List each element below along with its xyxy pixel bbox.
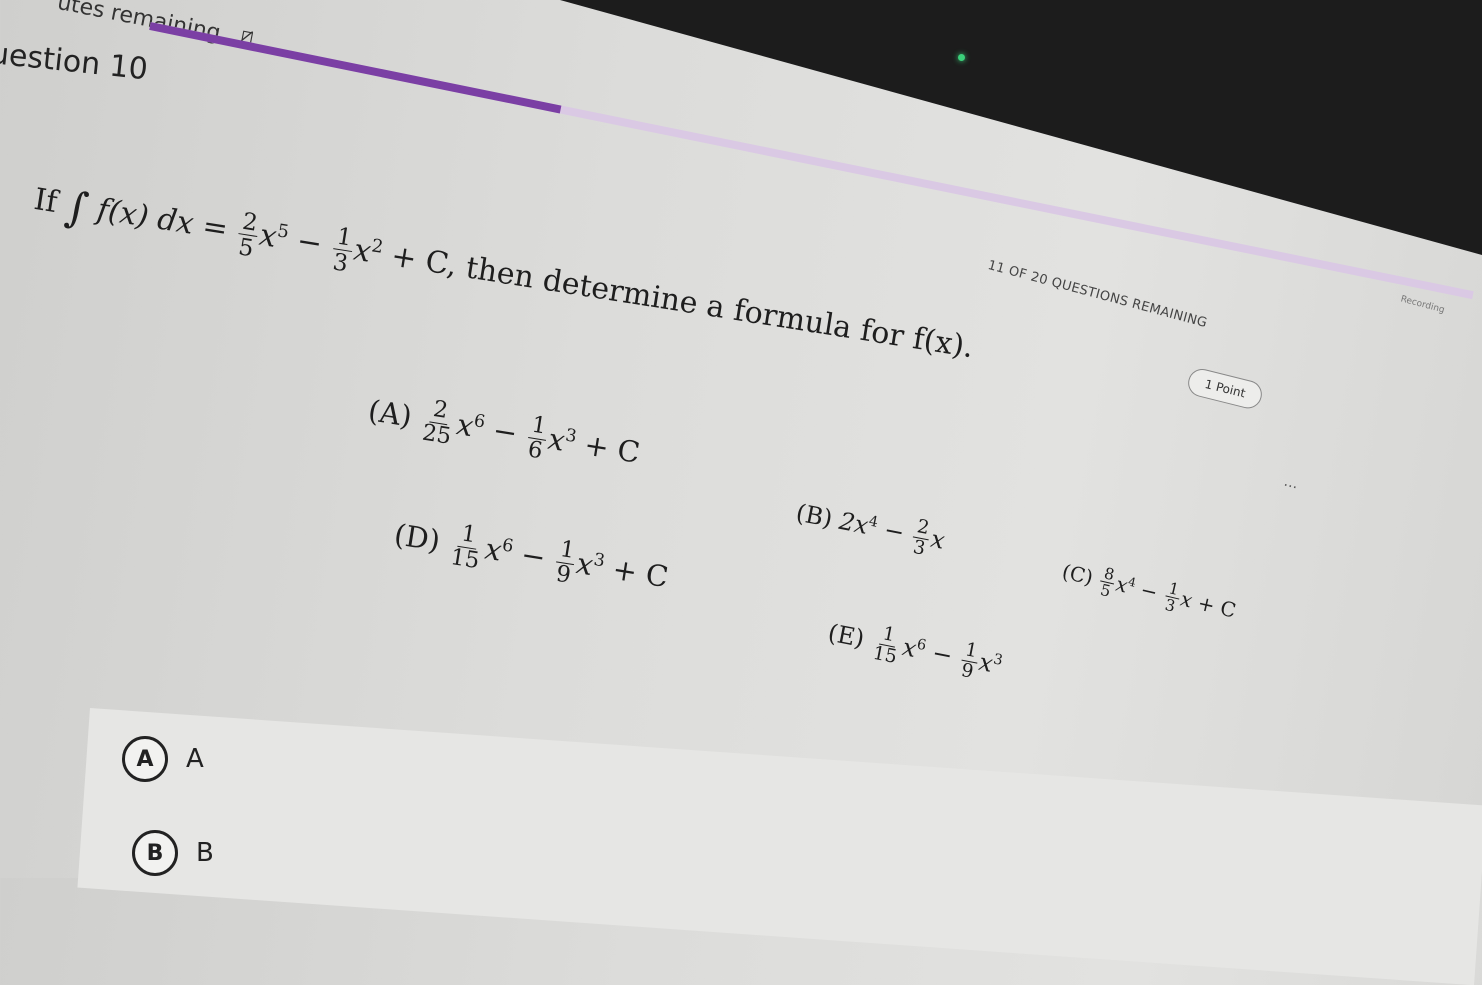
choice-a-expression: (A) 2 25 x6 − 1 6 x3 + C [365, 393, 643, 470]
prompt-fraction-1: 25 [236, 206, 262, 262]
prompt-fraction-2: 13 [330, 221, 356, 277]
prompt-tail: + C, then determine a formula for f(x). [388, 238, 977, 366]
answer-options-panel [77, 708, 1482, 985]
recording-label: Recording [1399, 294, 1446, 316]
progress-fill [149, 22, 561, 114]
choice-d-expression: (D) 1 15 x6 − 1 9 x3 + C [391, 517, 671, 595]
answer-option-b[interactable]: B B [132, 830, 214, 876]
answer-letter-a[interactable]: A [122, 736, 168, 782]
points-badge: 1 Point [1185, 366, 1266, 412]
question-prompt: If ∫ f(x) dx = 2 5 x5 − 1 3 x2 + C, then det… [31, 181, 977, 366]
answer-option-a[interactable]: A A [122, 736, 204, 782]
choice-e-expression: (E) 1 15 x6 − 1 9 x3 [825, 618, 1005, 683]
question-title: uestion 10 [0, 36, 150, 88]
integral-symbol: ∫ [62, 181, 92, 234]
answer-text-a[interactable]: A [186, 744, 204, 774]
prompt-if: If [31, 181, 60, 221]
quiz-screen: utes remaining 👁̸ uestion 10 11 OF 20 QU… [0, 0, 1482, 985]
answer-letter-b[interactable]: B [132, 830, 178, 876]
choice-c-expression: (C) 8 5 x4 − 13x + C [1059, 559, 1239, 623]
more-options-icon[interactable]: … [1282, 474, 1299, 493]
prompt-integrand: f(x) dx = [94, 191, 231, 248]
choice-b-expression: (B) 2x4 − 23x [793, 498, 948, 560]
questions-remaining-label: 11 OF 20 QUESTIONS REMAINING [986, 258, 1209, 332]
answer-text-b[interactable]: B [196, 838, 214, 868]
